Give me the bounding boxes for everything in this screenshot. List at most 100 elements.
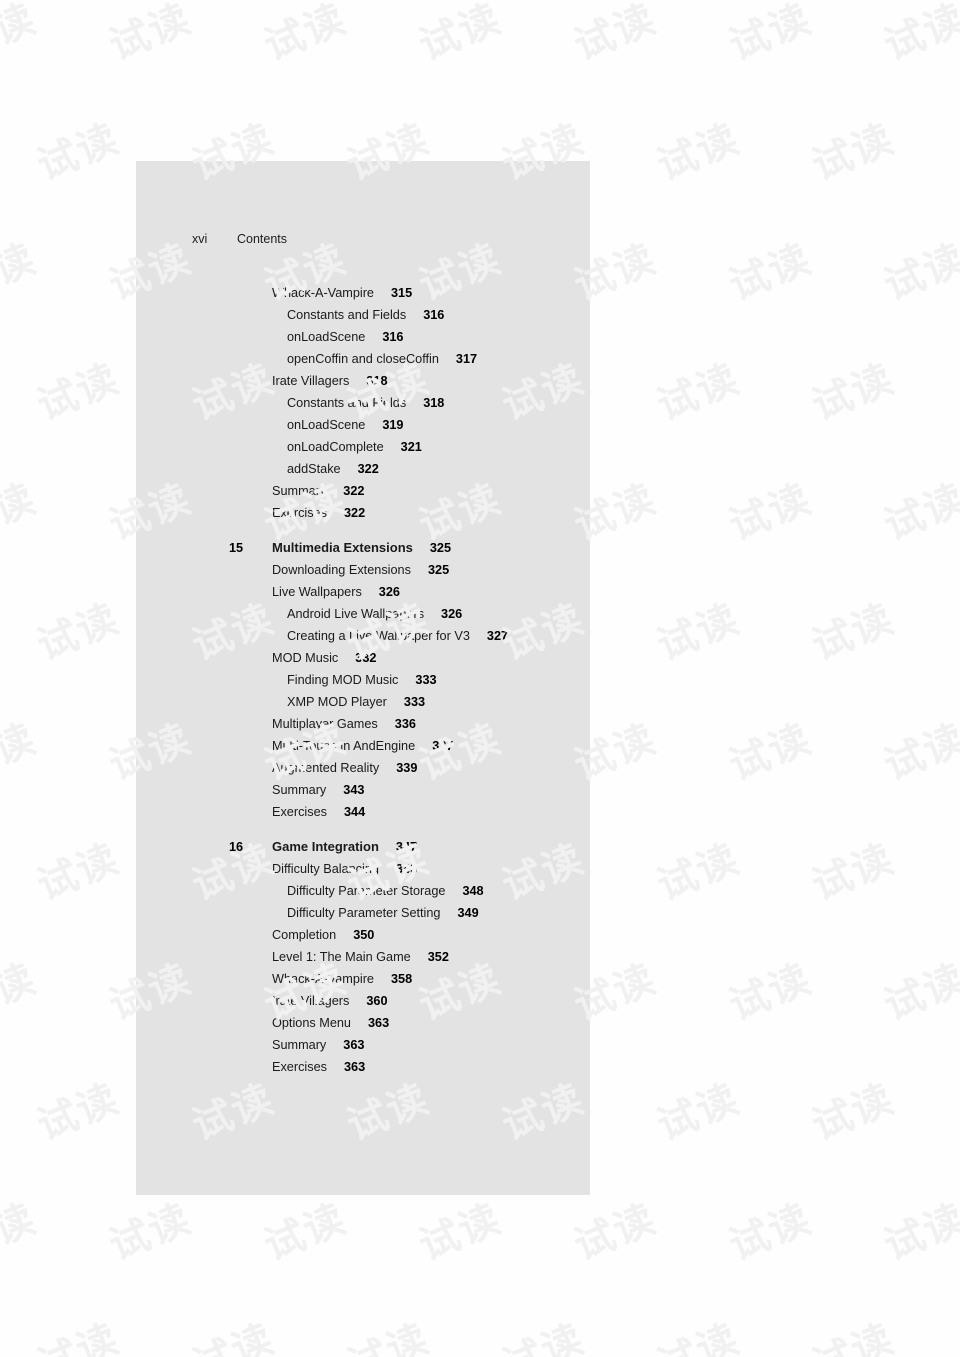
toc-entry[interactable]: MOD Music 332 <box>136 647 590 669</box>
toc-entry[interactable]: onLoadComplete 321 <box>136 436 590 458</box>
toc-entry[interactable]: Difficulty Parameter Storage 348 <box>136 880 590 902</box>
toc-entry-page-number: 322 <box>357 462 379 476</box>
toc-entry-page-number: 322 <box>343 484 365 498</box>
toc-entry-page-number: 332 <box>355 651 377 665</box>
toc-entry[interactable]: Constants and Fields 316 <box>136 304 590 326</box>
toc-entry-title: XMP MOD Player <box>287 695 387 709</box>
watermark-text: 试读 <box>0 0 44 70</box>
toc-entry[interactable]: Irate Villagers 318 <box>136 370 590 392</box>
watermark-text: 试读 <box>0 955 44 1030</box>
watermark-text: 试读 <box>30 1315 127 1357</box>
toc-entry-title: Augmented Reality <box>272 761 380 775</box>
watermark-text: 试读 <box>650 1075 747 1150</box>
watermark-text: 试读 <box>722 0 819 70</box>
toc-entry[interactable]: Live Wallpapers 326 <box>136 581 590 603</box>
toc-entry-title: Irate Villagers <box>272 994 350 1008</box>
watermark-text: 试读 <box>30 355 127 430</box>
toc-entry-page-number: 317 <box>455 352 478 366</box>
toc-entry[interactable]: Augmented Reality 339 <box>136 757 590 779</box>
toc-chapter-entry[interactable]: 15 Multimedia Extensions 325 <box>136 537 590 559</box>
toc-entry[interactable]: XMP MOD Player 333 <box>136 691 590 713</box>
toc-entry[interactable]: onLoadScene 319 <box>136 414 590 436</box>
toc-entry[interactable]: Whack-A-Vampire 358 <box>136 968 590 990</box>
toc-entry-title: Exercises <box>272 506 327 520</box>
watermark-text: 试读 <box>722 955 819 1030</box>
toc-entry-title: Multi-Touch in AndEngine <box>272 739 416 753</box>
toc-entry[interactable]: Downloading Extensions 325 <box>136 559 590 581</box>
toc-entry[interactable]: Multiplayer Games 336 <box>136 713 590 735</box>
toc-entry-title: openCoffin and closeCoffin <box>287 352 439 366</box>
toc-entry[interactable]: Difficulty Balancing 348 <box>136 858 590 880</box>
toc-entry[interactable]: Summary 363 <box>136 1034 590 1056</box>
toc-entry-title: Completion <box>272 928 337 942</box>
watermark-text: 试读 <box>0 235 44 310</box>
toc-entry-page-number: 352 <box>427 950 449 964</box>
toc-entry[interactable]: Level 1: The Main Game 352 <box>136 946 590 968</box>
watermark-text: 试读 <box>877 715 960 790</box>
chapter-number: 15 <box>229 541 244 555</box>
watermark-text: 试读 <box>650 115 747 190</box>
watermark-text: 试读 <box>102 0 199 70</box>
toc-entry-page-number: 349 <box>457 906 479 920</box>
watermark-text: 试读 <box>495 1315 592 1357</box>
toc-entry[interactable]: Finding MOD Music 333 <box>136 669 590 691</box>
toc-entry[interactable]: openCoffin and closeCoffin 317 <box>136 348 590 370</box>
toc-entry-page-number: 327 <box>486 629 509 643</box>
toc-entry-page-number: 343 <box>343 783 365 797</box>
toc-entry[interactable]: addStake 322 <box>136 458 590 480</box>
toc-entry[interactable]: Options Menu 363 <box>136 1012 590 1034</box>
watermark-text: 试读 <box>412 1195 509 1270</box>
watermark-text: 试读 <box>257 0 354 70</box>
watermark-text: 试读 <box>877 0 960 70</box>
watermark-text: 试读 <box>30 595 127 670</box>
toc-entry-title: Multiplayer Games <box>272 717 378 731</box>
toc-entry-title: Multimedia Extensions <box>272 540 413 555</box>
toc-entry-title: Whack-A-Vampire <box>272 972 374 986</box>
toc-entry[interactable]: Difficulty Parameter Setting 349 <box>136 902 590 924</box>
toc-entry[interactable]: Irate Villagers 360 <box>136 990 590 1012</box>
toc-entry-page-number: 333 <box>403 695 426 709</box>
toc-entry[interactable]: Android Live Wallpapers 326 <box>136 603 590 625</box>
toc-entry-page-number: 348 <box>395 862 418 876</box>
document-canvas: xvi Contents Whack-A-Vampire 315 Constants … <box>0 0 960 1357</box>
toc-chapter-entry[interactable]: 16 Game Integration 347 <box>136 836 590 858</box>
watermark-text: 试读 <box>722 715 819 790</box>
toc-entry[interactable]: Exercises 363 <box>136 1056 590 1078</box>
toc-entry[interactable]: Summary 343 <box>136 779 590 801</box>
toc-entry-title: Constants and Fields <box>287 308 407 322</box>
toc-entry-title: Live Wallpapers <box>272 585 362 599</box>
toc-entry-page-number: 363 <box>343 1038 365 1052</box>
toc-entry-page-number: 316 <box>423 308 445 322</box>
watermark-text: 试读 <box>877 235 960 310</box>
toc-entry-page-number: 348 <box>462 884 484 898</box>
toc-entry-page-number: 363 <box>344 1060 366 1074</box>
watermark-text: 试读 <box>722 235 819 310</box>
watermark-text: 试读 <box>877 1195 960 1270</box>
toc-entry[interactable]: Multi-Touch in AndEngine 337 <box>136 735 590 757</box>
running-head: xvi Contents <box>192 232 287 246</box>
running-head-title: Contents <box>237 232 288 246</box>
toc-entry[interactable]: Summary 322 <box>136 480 590 502</box>
toc-entry[interactable]: Exercises 322 <box>136 502 590 524</box>
toc-entry-title: Irate Villagers <box>272 374 350 388</box>
watermark-text: 试读 <box>877 475 960 550</box>
toc-entry[interactable]: onLoadScene 316 <box>136 326 590 348</box>
toc-entry[interactable]: Completion 350 <box>136 924 590 946</box>
toc-entry-page-number: 318 <box>423 396 445 410</box>
toc-entry-page-number: 358 <box>391 972 413 986</box>
toc-entry-page-number: 325 <box>427 563 450 577</box>
toc-entry-title: MOD Music <box>272 651 339 665</box>
toc-entry-title: Difficulty Parameter Storage <box>287 884 446 898</box>
toc-entry-title: Level 1: The Main Game <box>272 950 411 964</box>
toc-entry[interactable]: Exercises 344 <box>136 801 590 823</box>
toc-entry[interactable]: Constants and Fields 318 <box>136 392 590 414</box>
toc-entry[interactable]: Whack-A-Vampire 315 <box>136 282 590 304</box>
table-of-contents: Whack-A-Vampire 315 Constants and Fields 31… <box>136 282 590 1078</box>
watermark-text: 试读 <box>650 835 747 910</box>
toc-entry-page-number: 325 <box>429 541 452 555</box>
toc-entry-title: Whack-A-Vampire <box>272 286 374 300</box>
watermark-text: 试读 <box>567 1195 664 1270</box>
toc-entry[interactable]: Creating a Live Wallpaper for V3 327 <box>136 625 590 647</box>
toc-entry-title: Finding MOD Music <box>287 673 399 687</box>
toc-entry-page-number: 321 <box>400 440 422 454</box>
